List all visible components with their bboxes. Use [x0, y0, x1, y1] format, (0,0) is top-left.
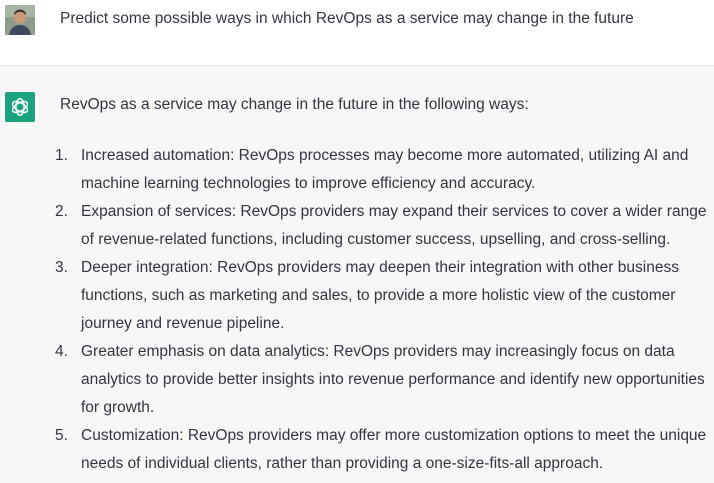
list-item-text: Expansion of services: RevOps providers …: [81, 203, 707, 248]
list-item: 4. Greater emphasis on data analytics: R…: [0, 338, 714, 422]
list-item-number: 5.: [55, 427, 68, 444]
list-item-number: 1.: [55, 147, 68, 164]
assistant-ordered-list: 1. Increased automation: RevOps processe…: [0, 142, 714, 478]
list-item-number: 3.: [55, 259, 68, 276]
list-item: 3. Deeper integration: RevOps providers …: [0, 254, 714, 338]
user-message-row: Predict some possible ways in which RevO…: [0, 0, 714, 66]
list-item: 2. Expansion of services: RevOps provide…: [0, 198, 714, 254]
list-item-text: Customization: RevOps providers may offe…: [81, 427, 707, 472]
user-photo-avatar-icon: [5, 5, 35, 35]
openai-logo-icon: [11, 98, 29, 116]
list-item-number: 4.: [55, 343, 68, 360]
list-item-number: 2.: [55, 203, 68, 220]
assistant-intro-text: RevOps as a service may change in the fu…: [60, 96, 529, 113]
list-item-text: Deeper integration: RevOps providers may…: [81, 259, 679, 332]
list-item: 5. Customization: RevOps providers may o…: [0, 422, 714, 478]
assistant-avatar: [5, 92, 35, 122]
user-avatar: [5, 5, 35, 35]
list-item-text: Greater emphasis on data analytics: RevO…: [81, 343, 705, 416]
assistant-message-row: RevOps as a service may change in the fu…: [0, 66, 714, 483]
list-item: 1. Increased automation: RevOps processe…: [0, 142, 714, 198]
list-item-text: Increased automation: RevOps processes m…: [81, 147, 689, 192]
user-message-text: Predict some possible ways in which RevO…: [60, 10, 634, 27]
